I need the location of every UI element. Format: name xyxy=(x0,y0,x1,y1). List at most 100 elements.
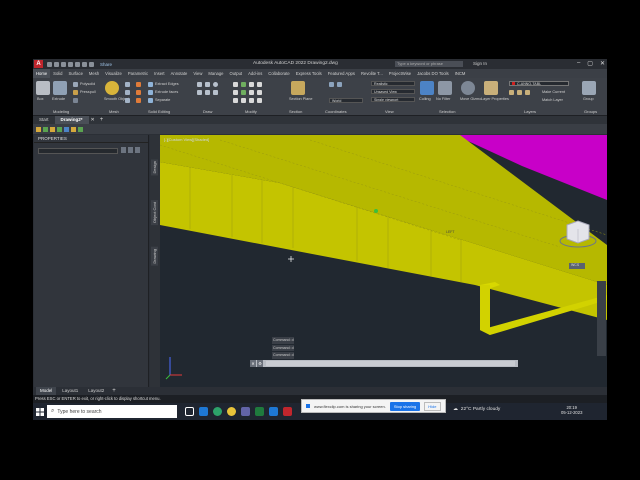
hide-button[interactable]: Hide xyxy=(424,401,441,411)
file-tab-start[interactable]: Start xyxy=(33,116,55,124)
toolbar-tool-6-icon[interactable] xyxy=(71,126,76,132)
arc-icon[interactable] xyxy=(205,90,210,95)
tab-express-tools[interactable]: Express Tools xyxy=(293,69,325,78)
layer-off-icon[interactable] xyxy=(517,90,522,95)
toolbar-tool-3-icon[interactable] xyxy=(50,126,55,132)
file-tab-drawing2[interactable]: Drawing2* xyxy=(54,116,89,124)
redo-icon[interactable] xyxy=(89,61,94,67)
plot-icon[interactable] xyxy=(75,61,80,67)
extract-edges-button[interactable]: Extract Edges xyxy=(155,82,179,86)
ucs-icon[interactable] xyxy=(329,82,334,87)
panel-label-selection[interactable]: Selection xyxy=(439,109,455,114)
layer-isolate-icon[interactable] xyxy=(525,90,530,95)
offset-icon[interactable] xyxy=(257,98,262,103)
sign-in-button[interactable]: Sign In xyxy=(473,61,487,66)
tab-mesh[interactable]: Mesh xyxy=(86,69,102,78)
move-icon[interactable] xyxy=(233,82,238,87)
erase-icon[interactable] xyxy=(257,82,262,87)
tab-solid[interactable]: Solid xyxy=(50,69,65,78)
select-objects-icon[interactable] xyxy=(128,147,133,153)
hatch-icon[interactable] xyxy=(213,90,218,95)
weather-widget[interactable]: ☁ 22°C Partly cloudy xyxy=(453,407,500,412)
tab-incm[interactable]: INCM xyxy=(452,69,469,78)
stop-sharing-button[interactable]: Stop sharing xyxy=(389,401,421,411)
tab-layout2[interactable]: Layout2 xyxy=(84,387,108,395)
model-canvas[interactable] xyxy=(160,135,607,387)
tab-annotate[interactable]: Annotate xyxy=(168,69,191,78)
tab-parametric[interactable]: Parametric xyxy=(125,69,151,78)
tab-featured-apps[interactable]: Featured Apps xyxy=(325,69,358,78)
mirror-icon[interactable] xyxy=(241,90,246,95)
taskbar-search-input[interactable]: ⌕ Type here to search xyxy=(47,405,177,418)
new-tab-icon[interactable]: + xyxy=(100,117,104,123)
layer-state-icon[interactable] xyxy=(509,90,514,95)
stretch-icon[interactable] xyxy=(233,98,238,103)
selection-grip[interactable] xyxy=(374,209,378,213)
teams-icon[interactable] xyxy=(241,407,250,416)
tab-model[interactable]: Model xyxy=(36,387,57,395)
command-settings-icon[interactable]: ⚙ xyxy=(257,360,263,367)
array-icon[interactable] xyxy=(249,98,254,103)
tab-surface[interactable]: Surface xyxy=(65,69,85,78)
undo-icon[interactable] xyxy=(82,61,87,67)
tab-manage[interactable]: Manage xyxy=(205,69,226,78)
autocad-logo-icon[interactable]: A xyxy=(34,60,43,68)
ucs-dropdown[interactable]: World xyxy=(329,98,363,103)
keyword-search-input[interactable]: Type a keyword or phrase xyxy=(395,60,463,67)
toolbar-tool-2-icon[interactable] xyxy=(43,126,48,132)
viewport-controls-label[interactable]: [-][Custom View][Shaded] xyxy=(164,137,209,142)
intersect-icon[interactable] xyxy=(136,98,141,103)
polysolid-button[interactable]: Polysolid xyxy=(80,82,95,86)
separate-button[interactable]: Separate xyxy=(155,98,170,102)
panel-label-draw[interactable]: Draw xyxy=(203,109,212,114)
minimize-icon[interactable]: – xyxy=(577,60,580,67)
fillet-icon[interactable] xyxy=(249,90,254,95)
layer-properties-icon[interactable] xyxy=(484,81,498,95)
layer-dropdown[interactable]: C-ANNO-TABL xyxy=(509,81,569,86)
navigation-bar[interactable] xyxy=(597,281,606,356)
windows-start-icon[interactable] xyxy=(33,403,47,420)
tab-layout1[interactable]: Layout1 xyxy=(58,387,82,395)
tab-view[interactable]: View xyxy=(190,69,205,78)
outlook-icon[interactable] xyxy=(199,407,208,416)
explode-icon[interactable] xyxy=(257,90,262,95)
side-tab-design[interactable]: Design xyxy=(151,159,158,176)
command-input[interactable] xyxy=(266,361,515,366)
tab-projectwise[interactable]: ProjectWise xyxy=(386,69,414,78)
mesh-tool-2-icon[interactable] xyxy=(125,90,130,95)
command-close-icon[interactable]: ✕ xyxy=(250,360,256,367)
maximize-icon[interactable]: ▢ xyxy=(587,60,593,67)
culling-icon[interactable] xyxy=(420,81,434,95)
group-icon[interactable] xyxy=(582,81,596,95)
panel-label-section[interactable]: Section xyxy=(289,109,302,114)
line-icon[interactable] xyxy=(197,82,202,87)
named-view-dropdown[interactable]: Unsaved View xyxy=(371,89,415,94)
panel-label-groups[interactable]: Groups xyxy=(584,109,597,114)
rectangle-icon[interactable] xyxy=(197,90,202,95)
drawing-viewport[interactable]: [-][Custom View][Shaded] LEFT WCS Comman… xyxy=(160,135,607,387)
make-current-button[interactable]: Make Current xyxy=(542,90,565,94)
panel-label-view[interactable]: View xyxy=(385,109,394,114)
new-file-icon[interactable] xyxy=(47,61,52,67)
word-icon[interactable] xyxy=(269,407,278,416)
close-tab-icon[interactable]: ✕ xyxy=(91,117,95,123)
toolbar-tool-7-icon[interactable] xyxy=(78,126,83,132)
viewport-config-dropdown[interactable]: Single viewport xyxy=(371,97,415,102)
extrude-icon[interactable] xyxy=(53,81,67,95)
panel-label-solid-editing[interactable]: Solid Editing xyxy=(148,109,170,114)
toolbar-tool-5-icon[interactable] xyxy=(64,126,69,132)
extract-edges-icon[interactable] xyxy=(148,82,153,87)
polysolid-icon[interactable] xyxy=(73,82,78,87)
chrome-icon[interactable] xyxy=(227,407,236,416)
extrude-faces-button[interactable]: Extrude faces xyxy=(155,90,178,94)
union-icon[interactable] xyxy=(136,82,141,87)
quick-select-icon[interactable] xyxy=(135,147,140,153)
box-icon[interactable] xyxy=(36,81,50,95)
section-plane-icon[interactable] xyxy=(291,81,305,95)
separate-icon[interactable] xyxy=(148,98,153,103)
panel-label-mesh[interactable]: Mesh xyxy=(109,109,119,114)
tab-output[interactable]: Output xyxy=(227,69,246,78)
copy-icon[interactable] xyxy=(233,90,238,95)
close-icon[interactable]: ✕ xyxy=(600,60,605,67)
filter-icon[interactable] xyxy=(438,81,452,95)
